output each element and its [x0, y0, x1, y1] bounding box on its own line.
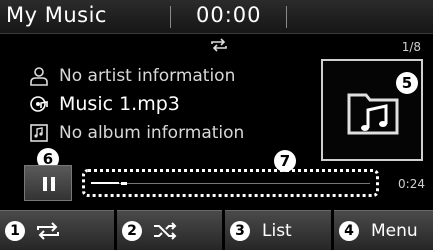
progress-knob[interactable]	[121, 182, 127, 185]
title-row: Music 1.mp3	[29, 92, 180, 116]
menu-button[interactable]: 4 Menu	[334, 210, 433, 250]
music-file-icon	[30, 96, 48, 112]
button-number: 4	[339, 220, 359, 241]
album-name: No album information	[59, 123, 245, 143]
track-title: Music 1.mp3	[59, 93, 180, 115]
list-button[interactable]: 3 List	[225, 210, 331, 250]
track-count: 1/8	[401, 40, 421, 54]
app-title: My Music	[6, 3, 107, 27]
header-divider	[170, 6, 171, 28]
header-divider	[286, 6, 287, 28]
list-label: List	[262, 220, 292, 241]
repeat-icon	[211, 38, 227, 52]
artist-name: No artist information	[59, 66, 236, 86]
button-number: 2	[122, 220, 142, 241]
repeat-button[interactable]: 1	[0, 210, 114, 250]
album-row: No album information	[29, 121, 244, 145]
status-bar: My Music 00:00	[0, 0, 433, 34]
button-number: 1	[5, 220, 25, 241]
shuffle-icon	[154, 221, 177, 240]
album-icon	[30, 124, 48, 142]
total-time: 0:24	[398, 177, 425, 191]
progress-track	[91, 183, 370, 184]
progress-fill	[91, 182, 119, 184]
progress-bar[interactable]	[82, 169, 379, 197]
repeat-icon	[37, 221, 59, 240]
artist-icon	[30, 67, 48, 86]
artist-row: No artist information	[29, 64, 235, 88]
menu-label: Menu	[371, 220, 418, 241]
music-folder-icon	[347, 93, 399, 135]
bottom-bar: 1 2 3 List 4 Menu	[0, 210, 433, 250]
button-number: 3	[230, 220, 250, 241]
pause-button[interactable]	[24, 165, 72, 201]
shuffle-button[interactable]: 2	[117, 210, 222, 250]
callout-5: 5	[396, 72, 418, 94]
clock: 00:00	[196, 3, 262, 27]
